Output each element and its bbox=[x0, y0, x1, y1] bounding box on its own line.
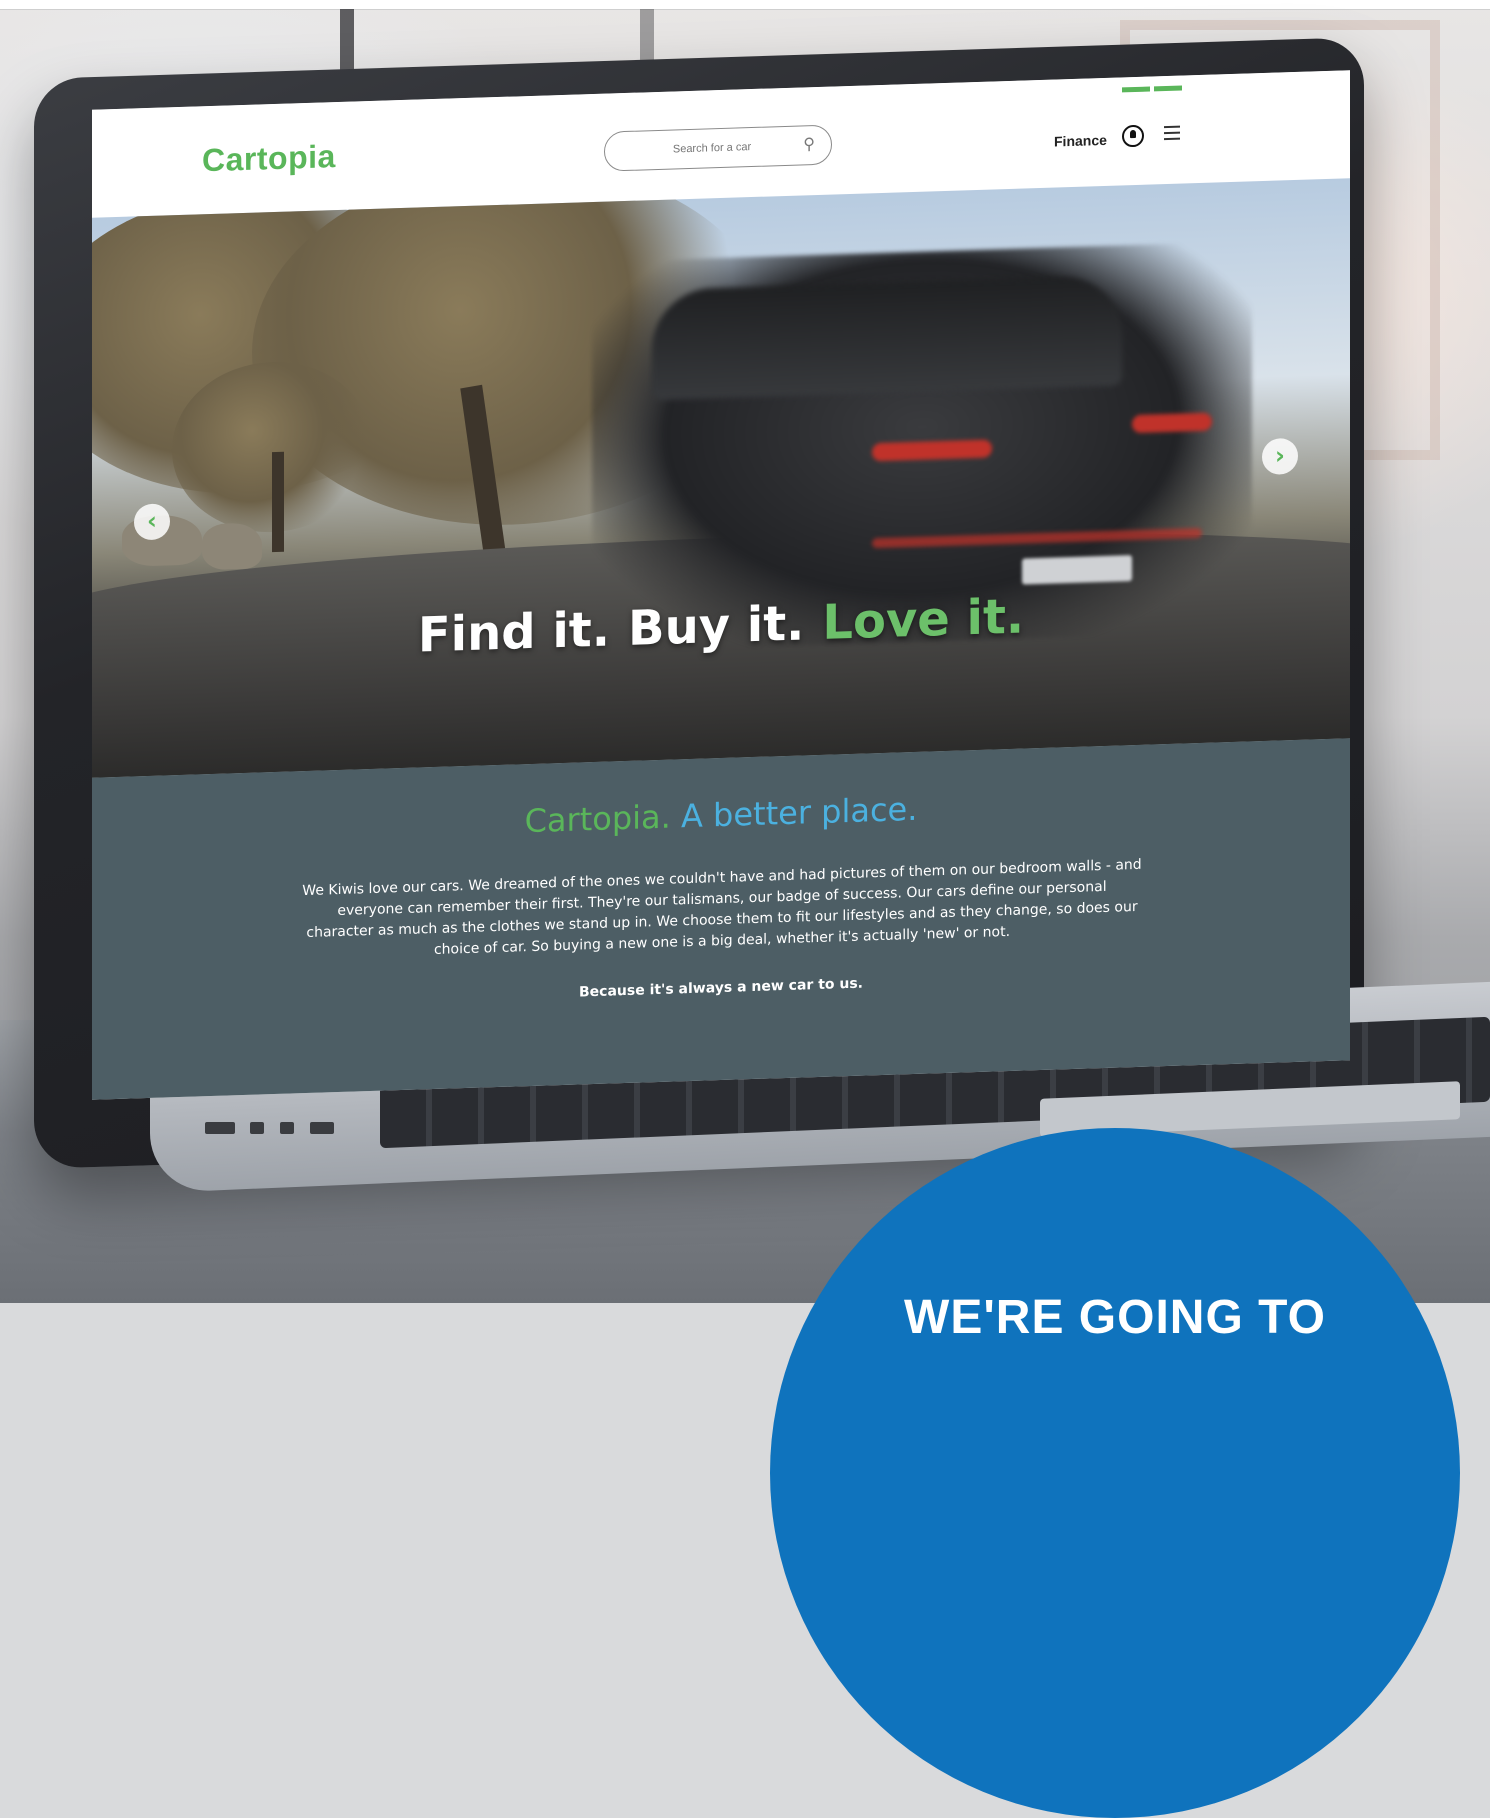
chevron-right-icon[interactable]: › bbox=[1262, 437, 1298, 475]
hero-headline-buy: Buy it. bbox=[627, 595, 805, 657]
header-accent bbox=[1122, 75, 1186, 93]
hero-rock bbox=[202, 522, 262, 571]
about-section: Cartopia. A better place. We Kiwis love … bbox=[92, 738, 1350, 1100]
about-body-text: We Kiwis love our cars. We dreamed of th… bbox=[302, 856, 1142, 959]
about-tagline: Because it's always a new car to us. bbox=[578, 975, 863, 1001]
hero-headline-love: Love it. bbox=[822, 588, 1025, 651]
search-box[interactable]: ⚲ bbox=[604, 124, 832, 172]
menu-icon[interactable] bbox=[1164, 125, 1180, 145]
hero-car-window bbox=[652, 275, 1122, 401]
laptop-port bbox=[310, 1122, 334, 1134]
promo-circle: WE'RE GOING TO bbox=[770, 1128, 1460, 1818]
hero-car-taillight bbox=[1132, 412, 1212, 434]
laptop-port bbox=[205, 1122, 235, 1134]
hero-headline-find: Find it. bbox=[417, 601, 610, 664]
about-title: Cartopia. A better place. bbox=[92, 776, 1350, 854]
top-border bbox=[0, 0, 1490, 10]
laptop-port bbox=[250, 1122, 264, 1134]
about-title-brand: Cartopia. bbox=[524, 797, 671, 841]
laptop-screen: Cartopia ⚲ Finance Find it. Buy it. Love i… bbox=[92, 70, 1350, 1100]
hero-tree-trunk bbox=[272, 451, 284, 553]
site-logo[interactable]: Cartopia bbox=[202, 138, 336, 179]
hero-banner: Find it. Buy it. Love it. ‹ › bbox=[92, 178, 1350, 778]
user-icon[interactable] bbox=[1122, 124, 1144, 148]
hero-car-taillight bbox=[872, 439, 992, 462]
hero-car-plate bbox=[1022, 555, 1132, 585]
search-input[interactable] bbox=[635, 134, 789, 162]
nav-finance-link[interactable]: Finance bbox=[1054, 132, 1107, 150]
promo-text: WE'RE GOING TO bbox=[904, 1291, 1326, 1344]
search-icon[interactable]: ⚲ bbox=[803, 134, 815, 153]
laptop-port bbox=[280, 1122, 294, 1134]
about-title-slogan: A better place. bbox=[680, 789, 918, 836]
